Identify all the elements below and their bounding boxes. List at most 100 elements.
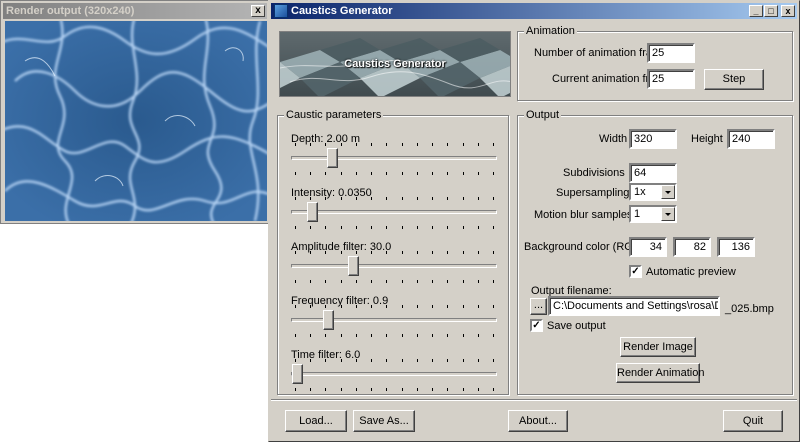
slider-tick	[402, 143, 403, 146]
maximize-button[interactable]: □	[764, 5, 778, 17]
save-output-checkbox[interactable]: ✓	[530, 319, 543, 332]
minimize-button[interactable]: _	[749, 5, 763, 17]
slider-tick	[417, 280, 418, 283]
slider-tick	[493, 388, 494, 391]
slider-track[interactable]	[291, 318, 497, 322]
slider-tick	[463, 359, 464, 362]
slider-tick	[402, 388, 403, 391]
close-button[interactable]: x	[781, 5, 795, 17]
motion-blur-select[interactable]: 1	[629, 205, 677, 223]
slider-track[interactable]	[291, 264, 497, 268]
slider-tick	[356, 334, 357, 337]
bg-green-input[interactable]: 82	[673, 237, 711, 257]
render-output-window: Render output (320x240) x	[0, 0, 270, 224]
bg-blue-input[interactable]: 136	[717, 237, 755, 257]
browse-button[interactable]: ...	[530, 298, 547, 315]
app-icon	[274, 4, 288, 18]
slider-tick	[356, 305, 357, 308]
quit-button[interactable]: Quit	[723, 410, 783, 432]
render-animation-button[interactable]: Render Animation	[616, 363, 704, 383]
slider-tick	[463, 305, 464, 308]
main-window-title: Caustics Generator	[291, 5, 393, 17]
width-input[interactable]: 320	[629, 129, 677, 149]
slider-tick	[386, 172, 387, 175]
slider-tick	[417, 197, 418, 200]
slider-tick	[478, 226, 479, 229]
slider-tick	[402, 334, 403, 337]
render-image-button[interactable]: Render Image	[620, 337, 696, 357]
automatic-preview-checkbox[interactable]: ✓	[629, 265, 642, 278]
slider-tick	[402, 359, 403, 362]
banner-image: Caustics Generator	[279, 31, 511, 97]
slider-thumb[interactable]	[292, 364, 303, 384]
output-group-title: Output	[524, 109, 562, 122]
load-button-label: Load...	[299, 415, 333, 427]
slider-tick	[356, 388, 357, 391]
frames-input[interactable]: 25	[647, 43, 695, 63]
caustic-slider[interactable]	[291, 251, 497, 286]
slider-thumb[interactable]	[327, 148, 338, 168]
caustic-slider[interactable]	[291, 305, 497, 340]
slider-tick	[371, 226, 372, 229]
chevron-down-icon[interactable]	[661, 185, 675, 199]
caustic-slider[interactable]	[291, 197, 497, 232]
slider-tick	[341, 305, 342, 308]
slider-tick	[310, 388, 311, 391]
subdivisions-input[interactable]: 64	[629, 163, 677, 183]
load-button[interactable]: Load...	[285, 410, 347, 432]
slider-label: Intensity: 0.0350	[291, 187, 372, 199]
current-frame-input[interactable]: 25	[647, 69, 695, 89]
slider-tick	[447, 334, 448, 337]
save-as-button[interactable]: Save As...	[353, 410, 415, 432]
slider-tick	[493, 334, 494, 337]
height-input[interactable]: 240	[727, 129, 775, 149]
slider-tick	[325, 359, 326, 362]
slider-tick	[432, 280, 433, 283]
slider-tick	[447, 280, 448, 283]
slider-tick	[402, 226, 403, 229]
slider-tick	[325, 197, 326, 200]
slider-tick	[478, 388, 479, 391]
slider-tick	[341, 226, 342, 229]
bg-red-input[interactable]: 34	[629, 237, 667, 257]
supersampling-select[interactable]: 1x	[629, 183, 677, 201]
caustic-slider[interactable]	[291, 143, 497, 178]
slider-tick	[432, 388, 433, 391]
slider-tick	[478, 197, 479, 200]
slider-track[interactable]	[291, 210, 497, 214]
output-filename-input[interactable]: C:\Documents and Settings\rosa\Desktop	[548, 296, 720, 316]
slider-thumb[interactable]	[307, 202, 318, 222]
slider-tick	[295, 359, 296, 362]
chevron-down-icon[interactable]	[661, 207, 675, 221]
slider-tick	[417, 305, 418, 308]
render-window-titlebar[interactable]: Render output (320x240) x	[3, 3, 267, 19]
slider-tick	[325, 388, 326, 391]
save-output-label: Save output	[547, 320, 606, 332]
slider-track[interactable]	[291, 372, 497, 376]
slider-tick	[341, 143, 342, 146]
slider-tick	[417, 172, 418, 175]
about-button-label: About...	[519, 415, 557, 427]
slider-tick	[295, 334, 296, 337]
main-window-titlebar[interactable]: Caustics Generator _ □ x	[271, 3, 797, 19]
caustic-slider[interactable]	[291, 359, 497, 394]
slider-tick	[386, 334, 387, 337]
slider-thumb[interactable]	[323, 310, 334, 330]
slider-tick	[493, 251, 494, 254]
slider-tick	[295, 251, 296, 254]
slider-track[interactable]	[291, 156, 497, 160]
about-button[interactable]: About...	[508, 410, 568, 432]
slider-tick	[432, 226, 433, 229]
slider-tick	[478, 359, 479, 362]
slider-tick	[463, 280, 464, 283]
slider-tick	[463, 251, 464, 254]
step-button[interactable]: Step	[704, 69, 764, 90]
slider-tick	[295, 172, 296, 175]
render-window-close-button[interactable]: x	[251, 5, 265, 17]
slider-tick	[402, 280, 403, 283]
slider-tick	[356, 197, 357, 200]
slider-tick	[341, 251, 342, 254]
slider-tick	[295, 280, 296, 283]
height-label: Height	[691, 133, 723, 145]
slider-thumb[interactable]	[348, 256, 359, 276]
